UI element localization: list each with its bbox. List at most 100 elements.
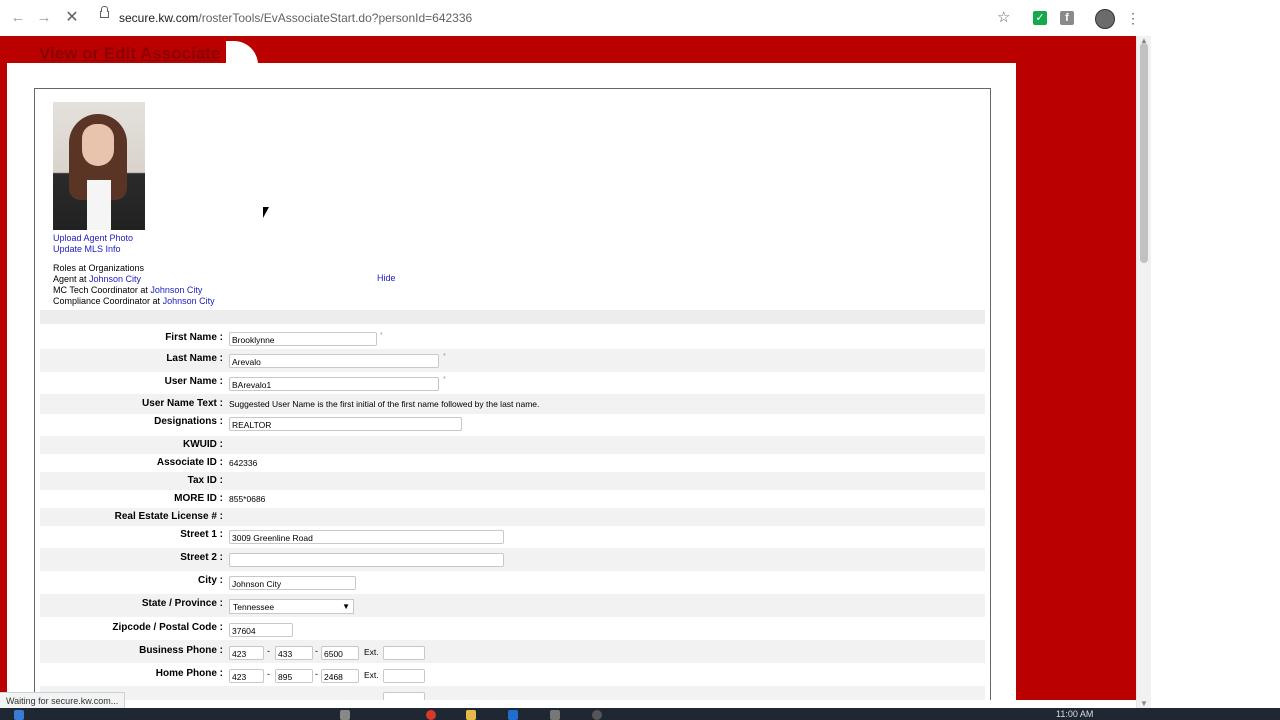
url-path: /rosterTools/EvAssociateStart.do?personI… — [198, 11, 473, 25]
state-row: State / Province : Tennessee ▼ — [40, 594, 985, 617]
designations-row: Designations : REALTOR — [40, 414, 985, 436]
address-bar[interactable]: secure.kw.com/rosterTools/EvAssociateSta… — [94, 6, 1024, 29]
partial-ext-input[interactable] — [383, 692, 425, 700]
user-name-text-value: Suggested User Name is the first initial… — [229, 399, 540, 409]
last-name-row: Last Name : Arevalo * — [40, 349, 985, 372]
next-row-partial — [40, 686, 985, 700]
business-phone-ext-label: Ext. — [364, 647, 379, 657]
hide-roles-link[interactable]: Hide — [377, 273, 396, 283]
state-select[interactable]: Tennessee ▼ — [229, 599, 354, 614]
business-phone-label: Business Phone : — [139, 645, 223, 656]
city-label: City : — [198, 575, 223, 586]
first-name-input[interactable]: Brooklynne — [229, 332, 377, 346]
home-phone-label: Home Phone : — [155, 668, 223, 679]
license-label: Real Estate License # : — [114, 511, 223, 522]
menu-kebab-icon[interactable]: ⋮ — [1126, 8, 1140, 28]
update-mls-info-link[interactable]: Update MLS Info — [53, 244, 121, 254]
phone-dash: - — [315, 646, 318, 656]
last-name-label: Last Name : — [166, 353, 223, 364]
taskbar-app-icon[interactable] — [550, 710, 560, 720]
associate-id-label: Associate ID : — [156, 457, 223, 468]
taskbar-app-icon[interactable] — [508, 710, 518, 720]
home-phone-prefix-input[interactable]: 895 — [275, 669, 313, 683]
zip-input[interactable]: 37604 — [229, 623, 293, 637]
license-row: Real Estate License # : — [40, 508, 985, 526]
associate-id-row: Associate ID : 642336 — [40, 454, 985, 472]
role-text: Compliance Coordinator at — [53, 296, 163, 306]
back-icon[interactable]: ← — [8, 8, 28, 28]
page-scrollbar[interactable]: ▲ ▼ — [1136, 36, 1151, 708]
bookmark-star-icon[interactable]: ☆ — [997, 9, 1010, 27]
taskbar-app-icon[interactable] — [592, 710, 602, 720]
os-taskbar: 11:00 AM — [0, 708, 1280, 720]
role-item: Compliance Coordinator at Johnson City — [53, 296, 215, 307]
business-phone-area-input[interactable]: 423 — [229, 646, 264, 660]
role-item: Agent at Johnson City — [53, 274, 215, 285]
first-name-label: First Name : — [165, 332, 223, 343]
zip-row: Zipcode / Postal Code : 37604 — [40, 617, 985, 640]
street2-row: Street 2 : — [40, 548, 985, 571]
more-id-label: MORE ID : — [174, 493, 223, 504]
more-id-row: MORE ID : 855*0686 — [40, 490, 985, 508]
home-phone-area-input[interactable]: 423 — [229, 669, 264, 683]
profile-avatar-icon[interactable] — [1095, 9, 1115, 29]
forward-icon[interactable]: → — [34, 8, 54, 28]
designations-label: Designations : — [154, 416, 223, 427]
page-background: View or Edit Associate Upload Agent Phot… — [0, 36, 1136, 700]
home-phone-ext-label: Ext. — [364, 670, 379, 680]
taskbar-clock: 11:00 AM — [1056, 709, 1094, 719]
required-marker: * — [380, 332, 383, 339]
tax-id-row: Tax ID : — [40, 472, 985, 490]
required-marker: * — [443, 376, 446, 383]
street2-input[interactable] — [229, 553, 504, 567]
state-selected-value: Tennessee — [233, 602, 275, 612]
business-phone-prefix-input[interactable]: 433 — [275, 646, 313, 660]
dropdown-arrow-icon: ▼ — [342, 602, 350, 611]
url-text[interactable]: secure.kw.com/rosterTools/EvAssociateSta… — [119, 11, 472, 25]
phone-dash: - — [315, 669, 318, 679]
role-org-link[interactable]: Johnson City — [150, 285, 202, 295]
mouse-cursor-icon — [263, 207, 269, 218]
city-input[interactable]: Johnson City — [229, 576, 356, 590]
home-phone-row: Home Phone : 423 - 895 - 2468 Ext. — [40, 663, 985, 686]
kwuid-row: KWUID : — [40, 436, 985, 454]
home-phone-ext-input[interactable] — [383, 669, 425, 683]
home-phone-line-input[interactable]: 2468 — [321, 669, 359, 683]
last-name-input[interactable]: Arevalo — [229, 354, 439, 368]
designations-input[interactable]: REALTOR — [229, 417, 462, 431]
agent-photo — [53, 102, 145, 230]
extension-check-icon[interactable]: ✓ — [1033, 11, 1047, 25]
tax-id-label: Tax ID : — [187, 475, 223, 486]
title-tab-curve — [226, 41, 258, 65]
business-phone-ext-input[interactable] — [383, 646, 425, 660]
scroll-down-icon[interactable]: ▼ — [1140, 699, 1148, 708]
street1-label: Street 1 : — [180, 529, 223, 540]
street2-label: Street 2 : — [180, 552, 223, 563]
roles-heading: Roles at Organizations — [53, 263, 145, 273]
user-name-input[interactable]: BArevalo1 — [229, 377, 439, 391]
business-phone-row: Business Phone : 423 - 433 - 6500 Ext. — [40, 640, 985, 663]
kwuid-label: KWUID : — [183, 439, 223, 450]
taskbar-app-icon[interactable] — [340, 710, 350, 720]
upload-agent-photo-link[interactable]: Upload Agent Photo — [53, 233, 133, 243]
stop-loading-icon[interactable]: ✕ — [62, 8, 82, 28]
section-separator — [40, 310, 985, 324]
state-label: State / Province : — [141, 598, 223, 609]
right-blank-area — [1150, 0, 1280, 720]
business-phone-line-input[interactable]: 6500 — [321, 646, 359, 660]
extension-f-icon[interactable]: f — [1060, 11, 1074, 25]
street1-input[interactable]: 3009 Greenline Road — [229, 530, 504, 544]
photo-face — [82, 124, 114, 166]
more-id-value: 855*0686 — [229, 494, 266, 504]
folder-taskbar-icon[interactable] — [466, 710, 476, 720]
role-org-link[interactable]: Johnson City — [89, 274, 141, 284]
associate-id-value: 642336 — [229, 458, 258, 468]
role-org-link[interactable]: Johnson City — [163, 296, 215, 306]
required-marker: * — [443, 353, 446, 360]
chrome-taskbar-icon[interactable] — [426, 710, 436, 720]
start-icon[interactable] — [14, 710, 24, 720]
phone-dash: - — [267, 646, 270, 656]
page-title[interactable]: View or Edit Associate — [39, 44, 220, 64]
role-text: Agent at — [53, 274, 90, 284]
scrollbar-thumb[interactable] — [1140, 43, 1148, 263]
